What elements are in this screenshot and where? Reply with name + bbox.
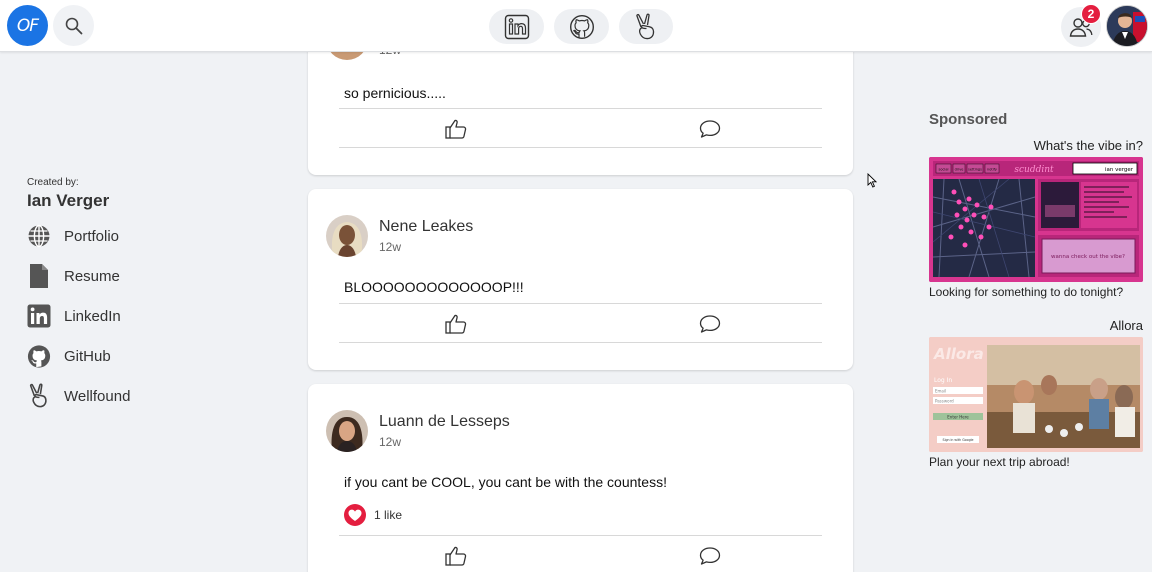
sidebar-item-label: Wellfound xyxy=(64,387,131,405)
ad-image-allora[interactable]: Allora Log In Email Password Enter Here … xyxy=(929,337,1143,452)
ad-image-tab-label: drive xyxy=(955,168,964,172)
left-sidebar: Created by: Ian Verger Portfolio Resume … xyxy=(27,177,267,416)
github-icon xyxy=(569,14,594,39)
ad-image-brand: scuddint xyxy=(1014,165,1054,175)
user-avatar[interactable] xyxy=(1106,5,1148,47)
search-icon xyxy=(65,17,82,34)
post-actions xyxy=(339,535,822,572)
nav-github-button[interactable] xyxy=(554,9,609,44)
ad-image-brand: Allora xyxy=(933,345,984,363)
sponsored-heading: Sponsored xyxy=(929,111,1008,128)
creator-name: Ian Verger xyxy=(27,191,110,210)
ad-image-login: Log In xyxy=(934,377,952,384)
like-button[interactable] xyxy=(444,313,468,335)
sidebar-item-label: Portfolio xyxy=(64,227,120,245)
post-author[interactable]: Nene Leakes xyxy=(379,218,473,236)
post-card: Luann de Lesseps 12w if you cant be COOL… xyxy=(308,384,853,572)
ad-image-tab-label: settings xyxy=(968,168,982,172)
comment-button[interactable] xyxy=(698,118,722,140)
ad-caption[interactable]: Looking for something to do tonight? xyxy=(929,285,1123,299)
ad-image-enter: Enter Here xyxy=(947,415,969,420)
sidebar-item-linkedin[interactable]: LinkedIn xyxy=(27,296,267,336)
nav-wellfound-button[interactable] xyxy=(619,9,673,44)
globe-icon xyxy=(27,224,51,248)
ad-image-tab-label: notify xyxy=(987,168,997,172)
ad-image-tab-label: social xyxy=(939,168,949,172)
thumbs-up-icon xyxy=(445,546,467,566)
comment-icon xyxy=(699,547,721,565)
linkedin-icon xyxy=(504,14,529,39)
likes-count: 1 like xyxy=(374,508,403,522)
post-time: 12w xyxy=(379,240,402,254)
sidebar-item-portfolio[interactable]: Portfolio xyxy=(27,216,267,256)
post-text: if you cant be COOL, you cant be with th… xyxy=(344,474,667,490)
sidebar-item-label: Resume xyxy=(64,267,120,285)
post-text: BLOOOOOOOOOOOOOP!!! xyxy=(344,279,524,295)
comment-button[interactable] xyxy=(698,313,722,335)
ad-title[interactable]: What's the vibe in? xyxy=(1034,138,1143,153)
post-time: 12w xyxy=(379,435,402,449)
sidebar-item-label: GitHub xyxy=(64,347,111,365)
thumbs-up-icon xyxy=(445,119,467,139)
comment-button[interactable] xyxy=(698,545,722,567)
thumbs-up-icon xyxy=(445,314,467,334)
wellfound-icon xyxy=(27,383,51,408)
post-avatar[interactable] xyxy=(326,410,368,452)
comment-icon xyxy=(699,315,721,333)
post-header: Luann de Lesseps 12w xyxy=(326,410,510,452)
ad-image-password: Password xyxy=(935,399,954,404)
sidebar-item-github[interactable]: GitHub xyxy=(27,336,267,376)
post-header: Nene Leakes 12w xyxy=(326,215,473,257)
nav-linkedin-button[interactable] xyxy=(489,9,544,44)
top-navbar: OF 2 xyxy=(0,0,1152,52)
mouse-cursor-icon xyxy=(867,173,877,188)
ad-image-google: Sign in with Google xyxy=(943,438,974,442)
ad-image-email: Email xyxy=(935,389,946,394)
likes-summary[interactable]: 1 like xyxy=(344,504,402,526)
ad-image-scuddint[interactable]: scuddint ian verger wanna check out the … xyxy=(929,157,1143,282)
linkedin-icon xyxy=(27,304,51,328)
created-by-label: Created by: xyxy=(27,177,79,188)
ad-image-button: wanna check out the vibe? xyxy=(1051,254,1125,260)
github-icon xyxy=(27,344,51,368)
sidebar-item-label: LinkedIn xyxy=(64,307,121,325)
like-button[interactable] xyxy=(444,545,468,567)
heart-icon xyxy=(344,504,366,526)
center-nav xyxy=(489,9,673,44)
post-avatar[interactable] xyxy=(326,215,368,257)
search-button[interactable] xyxy=(53,5,94,46)
sidebar-item-wellfound[interactable]: Wellfound xyxy=(27,376,267,416)
post-actions xyxy=(339,303,822,343)
post-text: so pernicious..... xyxy=(344,85,446,101)
ad-caption[interactable]: Plan your next trip abroad! xyxy=(929,455,1070,469)
document-icon xyxy=(27,264,51,288)
ad-image-user: ian verger xyxy=(1105,167,1134,173)
logo-text: OF xyxy=(16,15,39,36)
post-author[interactable]: Luann de Lesseps xyxy=(379,413,510,431)
ad-title[interactable]: Allora xyxy=(1110,318,1143,333)
wellfound-icon xyxy=(636,13,655,39)
post-card: Nene Leakes 12w BLOOOOOOOOOOOOOP!!! xyxy=(308,189,853,370)
like-button[interactable] xyxy=(444,118,468,140)
sidebar-item-resume[interactable]: Resume xyxy=(27,256,267,296)
notification-badge: 2 xyxy=(1081,4,1101,24)
comment-icon xyxy=(699,120,721,138)
logo-button[interactable]: OF xyxy=(7,5,48,46)
post-actions xyxy=(339,108,822,148)
